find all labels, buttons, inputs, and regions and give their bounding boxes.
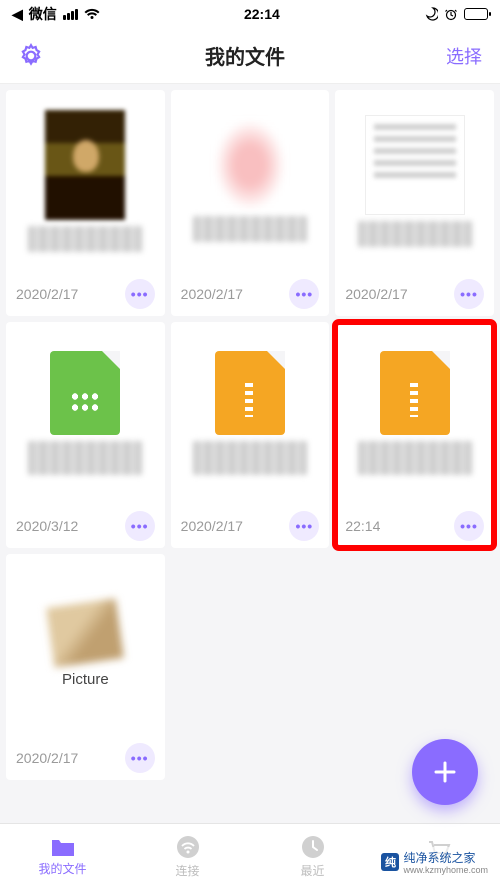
select-button[interactable]: 选择 (446, 43, 482, 69)
more-button[interactable]: ••• (125, 279, 155, 309)
alarm-icon (444, 7, 458, 21)
file-card-highlighted[interactable]: 22:14 ••• (335, 322, 494, 548)
image-thumbnail (46, 598, 124, 667)
tab-my-files[interactable]: 我的文件 (0, 824, 125, 889)
wifi-circle-icon (175, 834, 201, 860)
tab-connect[interactable]: 连接 (125, 824, 250, 889)
watermark: 纯 纯净系统之家 www.kzmyhome.com (377, 847, 492, 877)
file-card[interactable]: Picture 2020/2/17 ••• (6, 554, 165, 780)
document-thumbnail (365, 115, 465, 215)
file-card[interactable]: 2020/2/17 ••• (6, 90, 165, 316)
image-thumbnail (45, 110, 125, 220)
file-name-blurred (28, 441, 142, 475)
more-button[interactable]: ••• (289, 279, 319, 309)
status-time: 22:14 (244, 6, 280, 22)
plus-icon (430, 757, 460, 787)
file-date: 2020/2/17 (345, 286, 407, 302)
back-chevron-icon: ◀ (12, 6, 23, 23)
watermark-logo-icon: 纯 (381, 853, 399, 871)
file-card[interactable]: 2020/2/17 ••• (171, 322, 330, 548)
file-date: 2020/2/17 (16, 286, 78, 302)
signal-icon (63, 9, 78, 20)
file-card[interactable]: 2020/3/12 ••• (6, 322, 165, 548)
archive-file-icon (380, 351, 450, 435)
page-title: 我的文件 (205, 41, 285, 70)
folder-icon (50, 836, 76, 858)
thumbnail (6, 90, 165, 272)
wifi-icon (84, 8, 100, 20)
file-name-blurred (193, 216, 307, 242)
file-name-blurred (28, 226, 142, 252)
watermark-title: 纯净系统之家 (403, 851, 475, 865)
file-card[interactable]: 2020/2/17 ••• (171, 90, 330, 316)
clock-icon (300, 834, 326, 860)
status-right (424, 7, 488, 21)
status-left: ◀ 微信 (12, 4, 100, 24)
more-button[interactable]: ••• (125, 511, 155, 541)
more-button[interactable]: ••• (289, 511, 319, 541)
tab-label: 我的文件 (38, 860, 86, 877)
tab-recent[interactable]: 最近 (250, 824, 375, 889)
thumbnail (6, 322, 165, 504)
tab-label: 最近 (300, 862, 324, 879)
nav-bar: 我的文件 选择 (0, 28, 500, 84)
thumbnail (335, 90, 494, 272)
spreadsheet-file-icon (50, 351, 120, 435)
add-button[interactable] (412, 739, 478, 805)
more-button[interactable]: ••• (125, 743, 155, 773)
status-bar: ◀ 微信 22:14 (0, 0, 500, 28)
file-date: 2020/3/12 (16, 518, 78, 534)
battery-icon (464, 8, 488, 20)
file-name-blurred (193, 441, 307, 475)
thumbnail (171, 322, 330, 504)
image-thumbnail (215, 120, 285, 210)
file-grid: 2020/2/17 ••• 2020/2/17 ••• 2020/2/17 ••… (0, 84, 500, 786)
tab-label: 连接 (175, 862, 199, 879)
watermark-url: www.kzmyhome.com (403, 866, 488, 875)
file-name-blurred (358, 441, 472, 475)
archive-file-icon (215, 351, 285, 435)
thumbnail (335, 322, 494, 504)
file-date: 22:14 (345, 518, 380, 534)
thumbnail: Picture (6, 554, 165, 736)
file-name-blurred (358, 221, 472, 247)
settings-button[interactable] (18, 43, 44, 69)
carrier-label: 微信 (29, 4, 57, 24)
file-date: 2020/2/17 (16, 750, 78, 766)
file-card[interactable]: 2020/2/17 ••• (335, 90, 494, 316)
file-date: 2020/2/17 (181, 518, 243, 534)
thumbnail (171, 90, 330, 272)
more-button[interactable]: ••• (454, 511, 484, 541)
more-button[interactable]: ••• (454, 279, 484, 309)
file-name: Picture (62, 671, 109, 688)
dnd-moon-icon (424, 7, 438, 21)
file-date: 2020/2/17 (181, 286, 243, 302)
